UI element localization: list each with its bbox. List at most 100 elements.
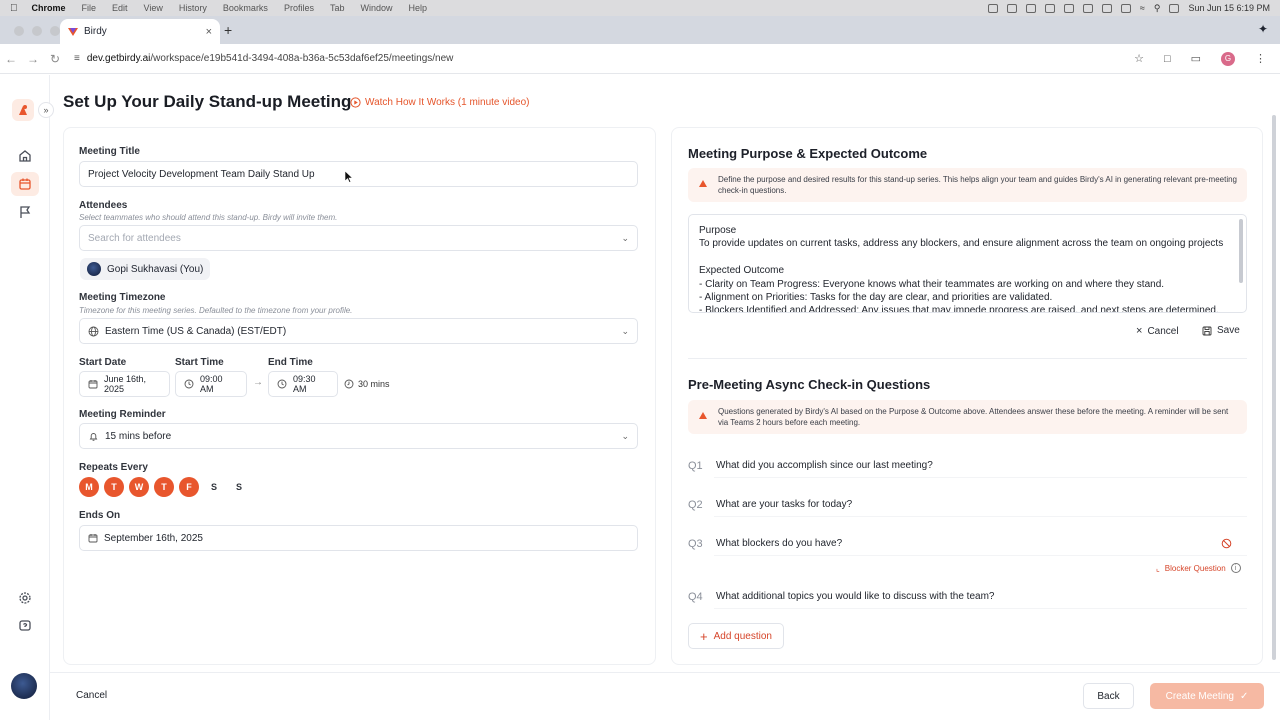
menu-window[interactable]: Window	[360, 3, 392, 13]
purpose-line: - Alignment on Priorities: Tasks for the…	[699, 292, 1053, 304]
start-time-picker[interactable]: 09:00 AM	[175, 371, 247, 397]
start-date-picker[interactable]: June 16th, 2025	[79, 371, 170, 397]
back-button[interactable]: Back	[1083, 683, 1134, 709]
address-bar[interactable]: ≡ dev.getbirdy.ai /workspace/e19b541d-34…	[74, 53, 1134, 64]
close-tab-icon[interactable]: ×	[206, 26, 212, 38]
page-scrollbar[interactable]	[1272, 115, 1276, 660]
meeting-title-input[interactable]: Project Velocity Development Team Daily …	[79, 161, 638, 187]
question-input[interactable]: What did you accomplish since our last m…	[714, 454, 1247, 478]
purpose-save-button[interactable]: Save	[1202, 325, 1240, 336]
reload-icon[interactable]: ↻	[44, 52, 66, 66]
end-time-picker[interactable]: 09:30 AM	[268, 371, 338, 397]
day-toggle-tuesday[interactable]: T	[104, 477, 124, 497]
side-panel-icon[interactable]: ▭	[1191, 52, 1201, 65]
add-question-button[interactable]: + Add question	[688, 623, 784, 649]
question-row: Q1 What did you accomplish since our las…	[688, 453, 1247, 479]
wifi-icon[interactable]: ≈	[1140, 3, 1145, 13]
reminder-select[interactable]: 15 mins before ⌄	[79, 423, 638, 449]
browser-tab-birdy[interactable]: Birdy ×	[60, 19, 220, 44]
clock[interactable]: Sun Jun 15 6:19 PM	[1188, 3, 1270, 13]
day-toggle-wednesday[interactable]: W	[129, 477, 149, 497]
purpose-textarea[interactable]: Purpose To provide updates on current ta…	[688, 214, 1247, 313]
control-center-icon[interactable]	[1169, 3, 1180, 13]
back-nav-icon[interactable]: ←	[0, 52, 22, 66]
day-toggle-saturday[interactable]: S	[204, 477, 224, 497]
menu-file[interactable]: File	[82, 3, 97, 13]
apple-icon[interactable]: 	[10, 3, 18, 14]
menu-edit[interactable]: Edit	[112, 3, 128, 13]
status-icon[interactable]	[987, 3, 998, 13]
arrow-right-icon: →	[253, 377, 263, 388]
forward-nav-icon[interactable]: →	[22, 52, 44, 66]
question-row: Q4 What additional topics you would like…	[688, 584, 1247, 610]
profile-avatar[interactable]: G	[1221, 51, 1235, 66]
day-toggle-friday[interactable]: F	[179, 477, 199, 497]
browser-menu-icon[interactable]: ⋮	[1255, 52, 1266, 65]
ends-on-date-picker[interactable]: September 16th, 2025	[79, 525, 638, 551]
purpose-cancel-button[interactable]: × Cancel	[1136, 325, 1179, 337]
status-icon[interactable]	[1025, 3, 1036, 13]
question-input[interactable]: What blockers do you have?	[714, 532, 1247, 556]
attendees-search-input[interactable]: Search for attendees ⌄	[79, 225, 638, 251]
help-icon[interactable]	[16, 617, 34, 635]
menu-tab[interactable]: Tab	[330, 3, 345, 13]
create-meeting-button[interactable]: Create Meeting ✓	[1150, 683, 1264, 709]
zoom-window-button[interactable]	[50, 26, 60, 36]
new-tab-button[interactable]: +	[224, 22, 232, 38]
site-settings-icon[interactable]: ≡	[74, 53, 80, 64]
info-icon[interactable]: i	[1230, 563, 1241, 573]
status-icon[interactable]	[1006, 3, 1017, 13]
menu-app-name[interactable]: Chrome	[32, 3, 66, 13]
start-time-value: 09:00 AM	[200, 374, 223, 394]
search-icon[interactable]: ⚲	[1154, 3, 1161, 14]
menu-bookmarks[interactable]: Bookmarks	[223, 3, 268, 13]
user-avatar[interactable]	[11, 673, 37, 699]
menu-profiles[interactable]: Profiles	[284, 3, 314, 13]
close-window-button[interactable]	[14, 26, 24, 36]
play-circle-icon	[350, 97, 361, 108]
chrome-menu-icon[interactable]: ✦	[1258, 22, 1268, 36]
home-icon[interactable]	[16, 147, 34, 165]
checkin-info-note: Questions generated by Birdy's AI based …	[688, 400, 1247, 434]
blocker-toggle-icon[interactable]	[1221, 538, 1232, 549]
timezone-select[interactable]: Eastern Time (US & Canada) (EST/EDT) ⌄	[79, 318, 638, 344]
timezone-value: Eastern Time (US & Canada) (EST/EDT)	[105, 325, 287, 337]
create-meeting-label: Create Meeting	[1165, 690, 1234, 702]
extensions-icon[interactable]: □	[1164, 53, 1171, 65]
battery-icon[interactable]	[1120, 3, 1131, 13]
birdy-logo[interactable]	[12, 99, 34, 121]
browser-tab-strip: Birdy × + ✦	[0, 16, 1280, 44]
attendee-chip[interactable]: Gopi Sukhavasi (You)	[80, 258, 211, 280]
chevron-down-icon: ⌄	[621, 325, 629, 336]
section-divider	[688, 358, 1247, 359]
question-row: Q2 What are your tasks for today?	[688, 492, 1247, 518]
purpose-info-note: Define the purpose and desired results f…	[688, 168, 1247, 202]
settings-gear-icon[interactable]	[16, 589, 34, 607]
status-icon[interactable]	[1101, 3, 1112, 13]
reminder-value: 15 mins before	[105, 430, 172, 442]
day-toggle-thursday[interactable]: T	[154, 477, 174, 497]
watch-video-link[interactable]: Watch How It Works (1 minute video)	[350, 97, 530, 108]
day-toggle-sunday[interactable]: S	[229, 477, 249, 497]
footer-cancel-button[interactable]: Cancel	[76, 690, 107, 701]
menu-history[interactable]: History	[179, 3, 207, 13]
flag-icon[interactable]	[16, 203, 34, 221]
expand-sidebar-icon[interactable]: »	[38, 102, 54, 118]
end-time-label: End Time	[268, 357, 313, 368]
calendar-icon[interactable]	[11, 172, 39, 196]
menu-help[interactable]: Help	[408, 3, 427, 13]
textarea-scrollbar[interactable]	[1239, 219, 1243, 283]
question-input[interactable]: What additional topics you would like to…	[714, 585, 1247, 609]
blocker-question-tag: ⌞ Blocker Question i	[1156, 563, 1241, 573]
status-icon[interactable]	[1063, 3, 1074, 13]
back-label: Back	[1097, 690, 1120, 702]
bookmark-star-icon[interactable]: ☆	[1134, 52, 1144, 65]
minimize-window-button[interactable]	[32, 26, 42, 36]
menu-view[interactable]: View	[144, 3, 163, 13]
window-controls	[14, 26, 60, 36]
day-toggle-monday[interactable]: M	[79, 477, 99, 497]
question-input[interactable]: What are your tasks for today?	[714, 493, 1247, 517]
add-question-label: Add question	[713, 630, 772, 642]
cloud-icon[interactable]	[1082, 3, 1093, 13]
status-icon[interactable]	[1044, 3, 1055, 13]
